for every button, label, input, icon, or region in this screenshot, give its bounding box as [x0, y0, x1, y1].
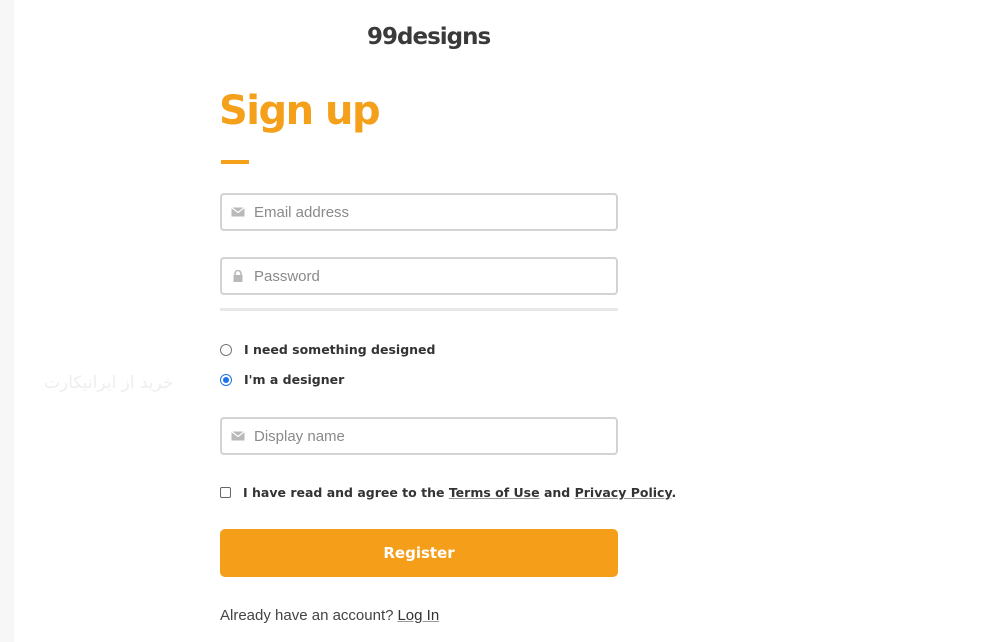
display-name-field[interactable] — [220, 417, 618, 455]
radio-label: I'm a designer — [244, 372, 345, 387]
radio-label: I need something designed — [244, 342, 436, 357]
envelope-icon — [231, 207, 245, 217]
logo[interactable]: 99designs — [367, 24, 491, 50]
role-option-client[interactable]: I need something designed — [220, 342, 435, 357]
title-accent-bar — [221, 160, 249, 164]
password-input[interactable] — [254, 259, 610, 293]
login-prompt-text: Already have an account? — [220, 607, 394, 624]
login-link[interactable]: Log In — [397, 607, 439, 624]
register-button[interactable]: Register — [220, 529, 618, 577]
display-name-input[interactable] — [254, 419, 610, 453]
password-strength-bar — [220, 308, 618, 311]
email-input[interactable] — [254, 195, 610, 229]
terms-suffix: . — [671, 485, 677, 500]
radio-designer[interactable] — [220, 373, 232, 386]
email-field[interactable] — [220, 193, 618, 231]
page-title: Sign up — [219, 88, 381, 134]
role-option-designer[interactable]: I'm a designer — [220, 372, 344, 387]
privacy-policy-link[interactable]: Privacy Policy — [575, 485, 672, 500]
envelope-icon — [231, 431, 245, 441]
watermark: خرید از ایرانیکارت — [44, 373, 174, 393]
radio-need-design[interactable] — [220, 343, 232, 356]
terms-agreement[interactable]: I have read and agree to the Terms of Us… — [220, 485, 676, 500]
terms-and: and — [543, 485, 571, 500]
terms-prefix: I have read and agree to the — [243, 485, 445, 500]
lock-icon — [233, 270, 243, 282]
terms-of-use-link[interactable]: Terms of Use — [449, 485, 540, 500]
password-field[interactable] — [220, 257, 618, 295]
login-prompt: Already have an account? Log In — [220, 607, 439, 624]
terms-label: I have read and agree to the Terms of Us… — [243, 485, 676, 500]
terms-checkbox[interactable] — [220, 487, 231, 498]
